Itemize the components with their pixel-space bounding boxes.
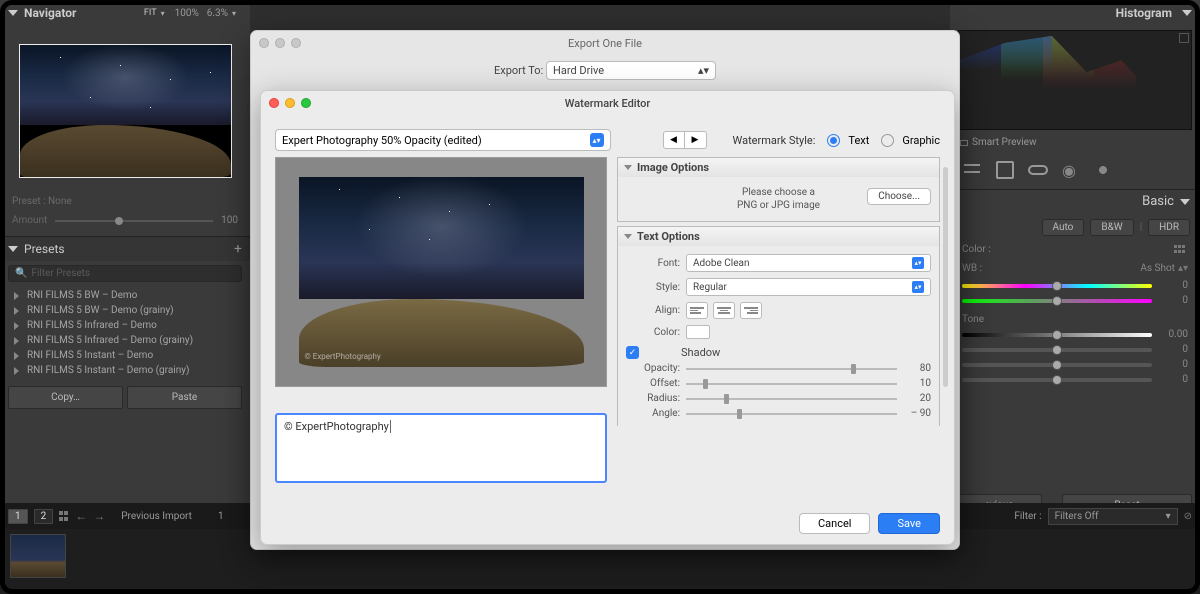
next-image-button[interactable]: ▶ bbox=[685, 131, 707, 149]
grid-view-icon[interactable] bbox=[59, 511, 69, 521]
sliders-icon[interactable] bbox=[964, 161, 982, 179]
preset-item[interactable]: RNI FILMS 5 BW – Demo bbox=[0, 288, 250, 303]
font-dropdown[interactable]: Adobe Clean▴▾ bbox=[686, 254, 931, 272]
preset-item[interactable]: RNI FILMS 5 Infrared – Demo (grainy) bbox=[0, 333, 250, 348]
watermark-preset-dropdown[interactable]: Expert Photography 50% Opacity (edited)▴… bbox=[275, 129, 611, 151]
back-icon[interactable]: ← bbox=[75, 509, 87, 523]
presets-header[interactable]: Presets + bbox=[0, 236, 250, 261]
redeye-icon[interactable] bbox=[1062, 161, 1080, 179]
wb-dropdown[interactable]: As Shot bbox=[1140, 263, 1175, 274]
preset-search[interactable]: 🔍 Filter Presets bbox=[8, 265, 242, 282]
left-panel: Navigator FIT ▾ 100% 6.3% ▾ Preset : Non… bbox=[0, 0, 250, 520]
copy-button[interactable]: Copy… bbox=[8, 386, 123, 409]
amount-row: Amount 100 bbox=[0, 209, 250, 236]
paste-button[interactable]: Paste bbox=[127, 386, 242, 409]
scrollbar[interactable] bbox=[943, 167, 948, 387]
exposure-slider[interactable]: 0.00 bbox=[950, 327, 1200, 342]
shadow-checkbox[interactable]: ✓ bbox=[626, 346, 639, 359]
align-center-button[interactable] bbox=[713, 302, 735, 319]
mask-icon[interactable] bbox=[1094, 161, 1112, 179]
save-button[interactable]: Save bbox=[878, 513, 940, 534]
watermark-title: Watermark Editor bbox=[261, 97, 954, 110]
text-options-header[interactable]: Text Options bbox=[618, 227, 939, 246]
histogram-header[interactable]: Histogram bbox=[950, 0, 1200, 26]
navigator-header[interactable]: Navigator FIT ▾ 100% 6.3% ▾ bbox=[0, 0, 250, 26]
watermark-preview: © ExpertPhotography bbox=[275, 157, 607, 387]
disclosure-icon bbox=[8, 10, 18, 16]
navigator-thumbnail[interactable] bbox=[19, 44, 232, 178]
disclosure-icon bbox=[8, 246, 18, 252]
add-preset-icon[interactable]: + bbox=[234, 241, 242, 257]
chevron-icon: ▴▾ bbox=[590, 133, 604, 147]
preset-item[interactable]: RNI FILMS 5 Infrared – Demo bbox=[0, 318, 250, 333]
source-label[interactable]: Previous Import bbox=[121, 511, 192, 522]
watermark-dialog: Watermark Editor Expert Photography 50% … bbox=[260, 90, 955, 545]
preset-none-label: Preset : None bbox=[0, 178, 250, 209]
heal-icon[interactable] bbox=[1028, 165, 1048, 175]
contrast-slider[interactable]: 0 bbox=[950, 342, 1200, 357]
presets-list: RNI FILMS 5 BW – Demo RNI FILMS 5 BW – D… bbox=[0, 286, 250, 380]
style-text-radio[interactable] bbox=[827, 134, 840, 147]
align-right-button[interactable] bbox=[740, 302, 762, 319]
forward-icon[interactable]: → bbox=[93, 509, 105, 523]
filmstrip-thumb[interactable] bbox=[10, 534, 66, 578]
hdr-button[interactable]: HDR bbox=[1148, 219, 1190, 236]
radius-slider[interactable] bbox=[686, 398, 897, 400]
amount-slider[interactable] bbox=[55, 220, 213, 222]
angle-slider[interactable] bbox=[686, 413, 897, 415]
smart-preview-label: Smart Preview bbox=[950, 134, 1200, 151]
choose-image-button[interactable]: Choose... bbox=[867, 188, 931, 205]
highlights-slider[interactable]: 0 bbox=[950, 357, 1200, 372]
right-panel: Histogram Smart Preview Basic Auto B&W |… bbox=[950, 0, 1200, 520]
preset-item[interactable]: RNI FILMS 5 Instant – Demo bbox=[0, 348, 250, 363]
export-title: Export One File bbox=[251, 37, 959, 50]
search-icon: 🔍 bbox=[15, 268, 27, 279]
crop-icon[interactable] bbox=[996, 161, 1014, 179]
monitor-2[interactable]: 2 bbox=[34, 509, 54, 524]
disclosure-icon bbox=[1180, 199, 1190, 205]
tool-strip bbox=[950, 151, 1200, 189]
tint-slider[interactable]: 0 bbox=[950, 293, 1200, 308]
cancel-button[interactable]: Cancel bbox=[799, 513, 870, 534]
histogram[interactable] bbox=[958, 30, 1192, 130]
color-swatch[interactable] bbox=[686, 325, 710, 339]
image-options-header[interactable]: Image Options bbox=[618, 158, 939, 177]
watermark-text-input[interactable]: © ExpertPhotography bbox=[275, 413, 607, 483]
profile-grid-icon[interactable] bbox=[1174, 245, 1188, 255]
watermark-overlay: © ExpertPhotography bbox=[305, 352, 381, 361]
font-style-dropdown[interactable]: Regular▴▾ bbox=[686, 278, 931, 296]
lock-icon[interactable]: ⊘ bbox=[1184, 511, 1192, 522]
preset-item[interactable]: RNI FILMS 5 BW – Demo (grainy) bbox=[0, 303, 250, 318]
offset-slider[interactable] bbox=[686, 383, 897, 385]
prev-image-button[interactable]: ◀ bbox=[663, 131, 685, 149]
preset-item[interactable]: RNI FILMS 5 Instant – Demo (grainy) bbox=[0, 363, 250, 378]
opacity-slider[interactable] bbox=[686, 368, 897, 370]
filter-dropdown[interactable]: Filters Off▾ bbox=[1048, 508, 1178, 525]
clip-indicator-icon[interactable] bbox=[1179, 33, 1189, 43]
basic-header[interactable]: Basic bbox=[950, 189, 1200, 213]
auto-button[interactable]: Auto bbox=[1042, 219, 1085, 236]
temp-slider[interactable]: 0 bbox=[950, 278, 1200, 293]
monitor-1[interactable]: 1 bbox=[8, 509, 28, 524]
style-graphic-radio[interactable] bbox=[881, 134, 894, 147]
export-to-dropdown[interactable]: Hard Drive▴▾ bbox=[546, 61, 716, 80]
shadows-slider[interactable]: 0 bbox=[950, 372, 1200, 387]
disclosure-icon bbox=[1182, 10, 1192, 16]
align-left-button[interactable] bbox=[686, 302, 708, 319]
bw-button[interactable]: B&W bbox=[1090, 219, 1133, 236]
